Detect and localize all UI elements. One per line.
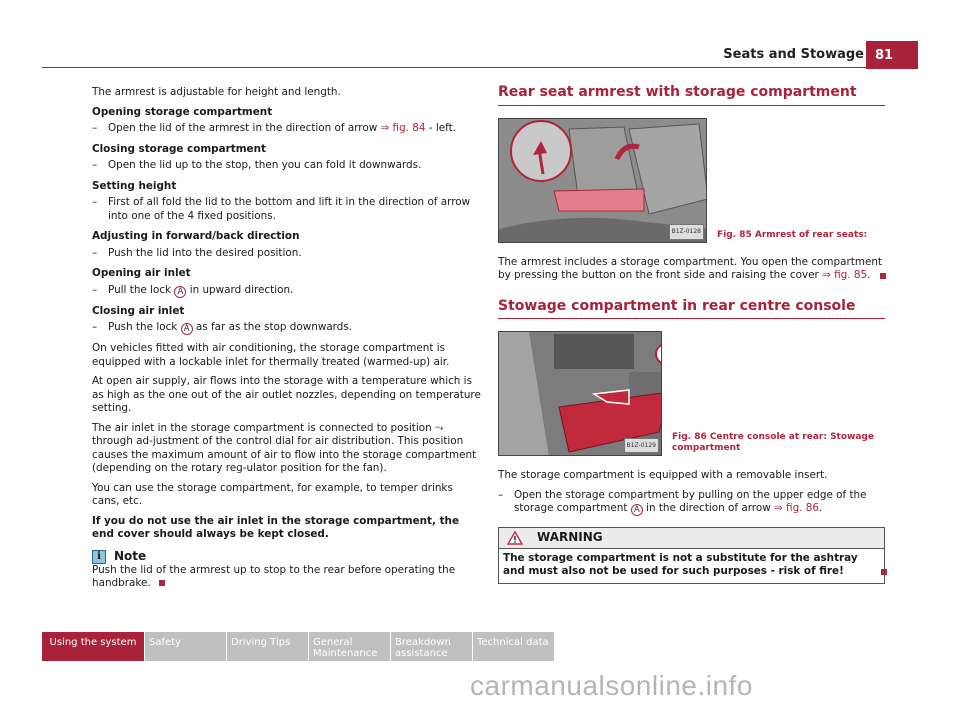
figure-code: B1Z-0129	[623, 437, 659, 453]
left-column: The armrest is adjustable for height and…	[92, 86, 482, 591]
note-text: Push the lid of the armrest up to stop t…	[92, 563, 456, 590]
figure-86-row: A B1Z-0129 Fig. 86 Centre console at rea…	[498, 331, 886, 456]
paragraph: At open air supply, air flows into the s…	[92, 375, 481, 414]
page-number: 81	[866, 41, 918, 69]
tab-general-maintenance[interactable]: General Maintenance	[309, 632, 390, 661]
figure-86-image: A B1Z-0129	[498, 331, 662, 456]
end-marker-icon	[158, 580, 165, 586]
step: – First of all fold the lid to the bottom…	[92, 196, 471, 222]
section-title: Seats and Stowage	[723, 47, 864, 62]
section-heading-stowage: Stowage compartment in rear centre conso…	[498, 299, 885, 319]
tab-using-the-system[interactable]: Using the system	[42, 632, 144, 661]
paragraph: You can use the storage compartment, for…	[92, 481, 453, 508]
heading-adjusting-direction: Adjusting in forward/back direction	[92, 230, 300, 242]
figure-85-row: B1Z-0128 Fig. 85 Armrest of rear seats:	[498, 117, 886, 243]
note-title: Note	[114, 548, 147, 563]
intro-text: The armrest is adjustable for height and…	[92, 86, 341, 98]
warning-header: WARNING	[499, 528, 884, 549]
watermark: carmanualsonline.info	[470, 670, 753, 701]
heading-closing-storage: Closing storage compartment	[92, 142, 266, 155]
info-icon: i	[92, 549, 106, 564]
heading-closing-air-inlet: Closing air inlet	[92, 304, 185, 317]
heading-setting-height: Setting height	[92, 179, 177, 192]
heading-opening-air-inlet: Opening air inlet	[92, 267, 191, 279]
heading-opening-storage: Opening storage compartment	[92, 105, 273, 118]
footer-nav: Using the system Safety Driving Tips Gen…	[42, 632, 554, 661]
fig-86-link[interactable]: ⇒ fig. 86	[774, 502, 819, 514]
step: – Open the lid of the armrest in the dire…	[92, 122, 456, 134]
stowage-intro: The storage compartment is equipped with…	[498, 469, 828, 481]
end-marker-icon	[881, 569, 887, 575]
note-header: i Note	[92, 548, 482, 564]
marker-a-icon: A	[180, 323, 193, 335]
armrest-text: The armrest includes a storage compartme…	[498, 256, 886, 283]
figure-85-image: B1Z-0128	[498, 117, 707, 243]
warning-text: The storage compartment is not a substit…	[503, 552, 858, 577]
warning-title: WARNING	[537, 530, 603, 545]
step: – Push the lock A as far as the stop down…	[92, 321, 353, 335]
step: – Open the storage compartment by pulling…	[498, 488, 867, 516]
end-marker-icon	[880, 272, 886, 279]
marker-a-icon: A	[630, 504, 643, 516]
tab-driving-tips[interactable]: Driving Tips	[227, 632, 308, 661]
tab-breakdown-assistance[interactable]: Breakdown assistance	[391, 632, 472, 661]
right-column: Rear seat armrest with storage compartme…	[498, 85, 886, 584]
marker-a-icon: A	[174, 285, 187, 298]
bold-paragraph: If you do not use the air inlet in the s…	[92, 514, 460, 541]
step: – Open the lid up to the stop, then you c…	[92, 159, 422, 171]
fig-85-link[interactable]: ⇒ fig. 85	[822, 269, 867, 281]
figure-85-caption: Fig. 85 Armrest of rear seats:	[717, 229, 868, 240]
paragraph: On vehicles fitted with air conditioning…	[92, 342, 450, 368]
warning-triangle-icon	[507, 531, 523, 545]
header-rule	[42, 67, 877, 68]
paragraph: The air inlet in the storage compartment…	[92, 421, 477, 475]
step: – Pull the lock A in upward direction.	[92, 283, 294, 298]
tab-technical-data[interactable]: Technical data	[473, 632, 554, 661]
step: – Push the lid into the desired position.	[92, 246, 302, 259]
figure-code: B1Z-0128	[668, 224, 704, 240]
section-heading-armrest: Rear seat armrest with storage compartme…	[498, 85, 885, 106]
fig-84-link[interactable]: ⇒ fig. 84	[381, 122, 426, 134]
warning-box: WARNING The storage compartment is not a…	[498, 527, 885, 584]
tab-safety[interactable]: Safety	[145, 632, 226, 661]
figure-86-caption: Fig. 86 Centre console at rear: Stowage …	[672, 432, 874, 453]
